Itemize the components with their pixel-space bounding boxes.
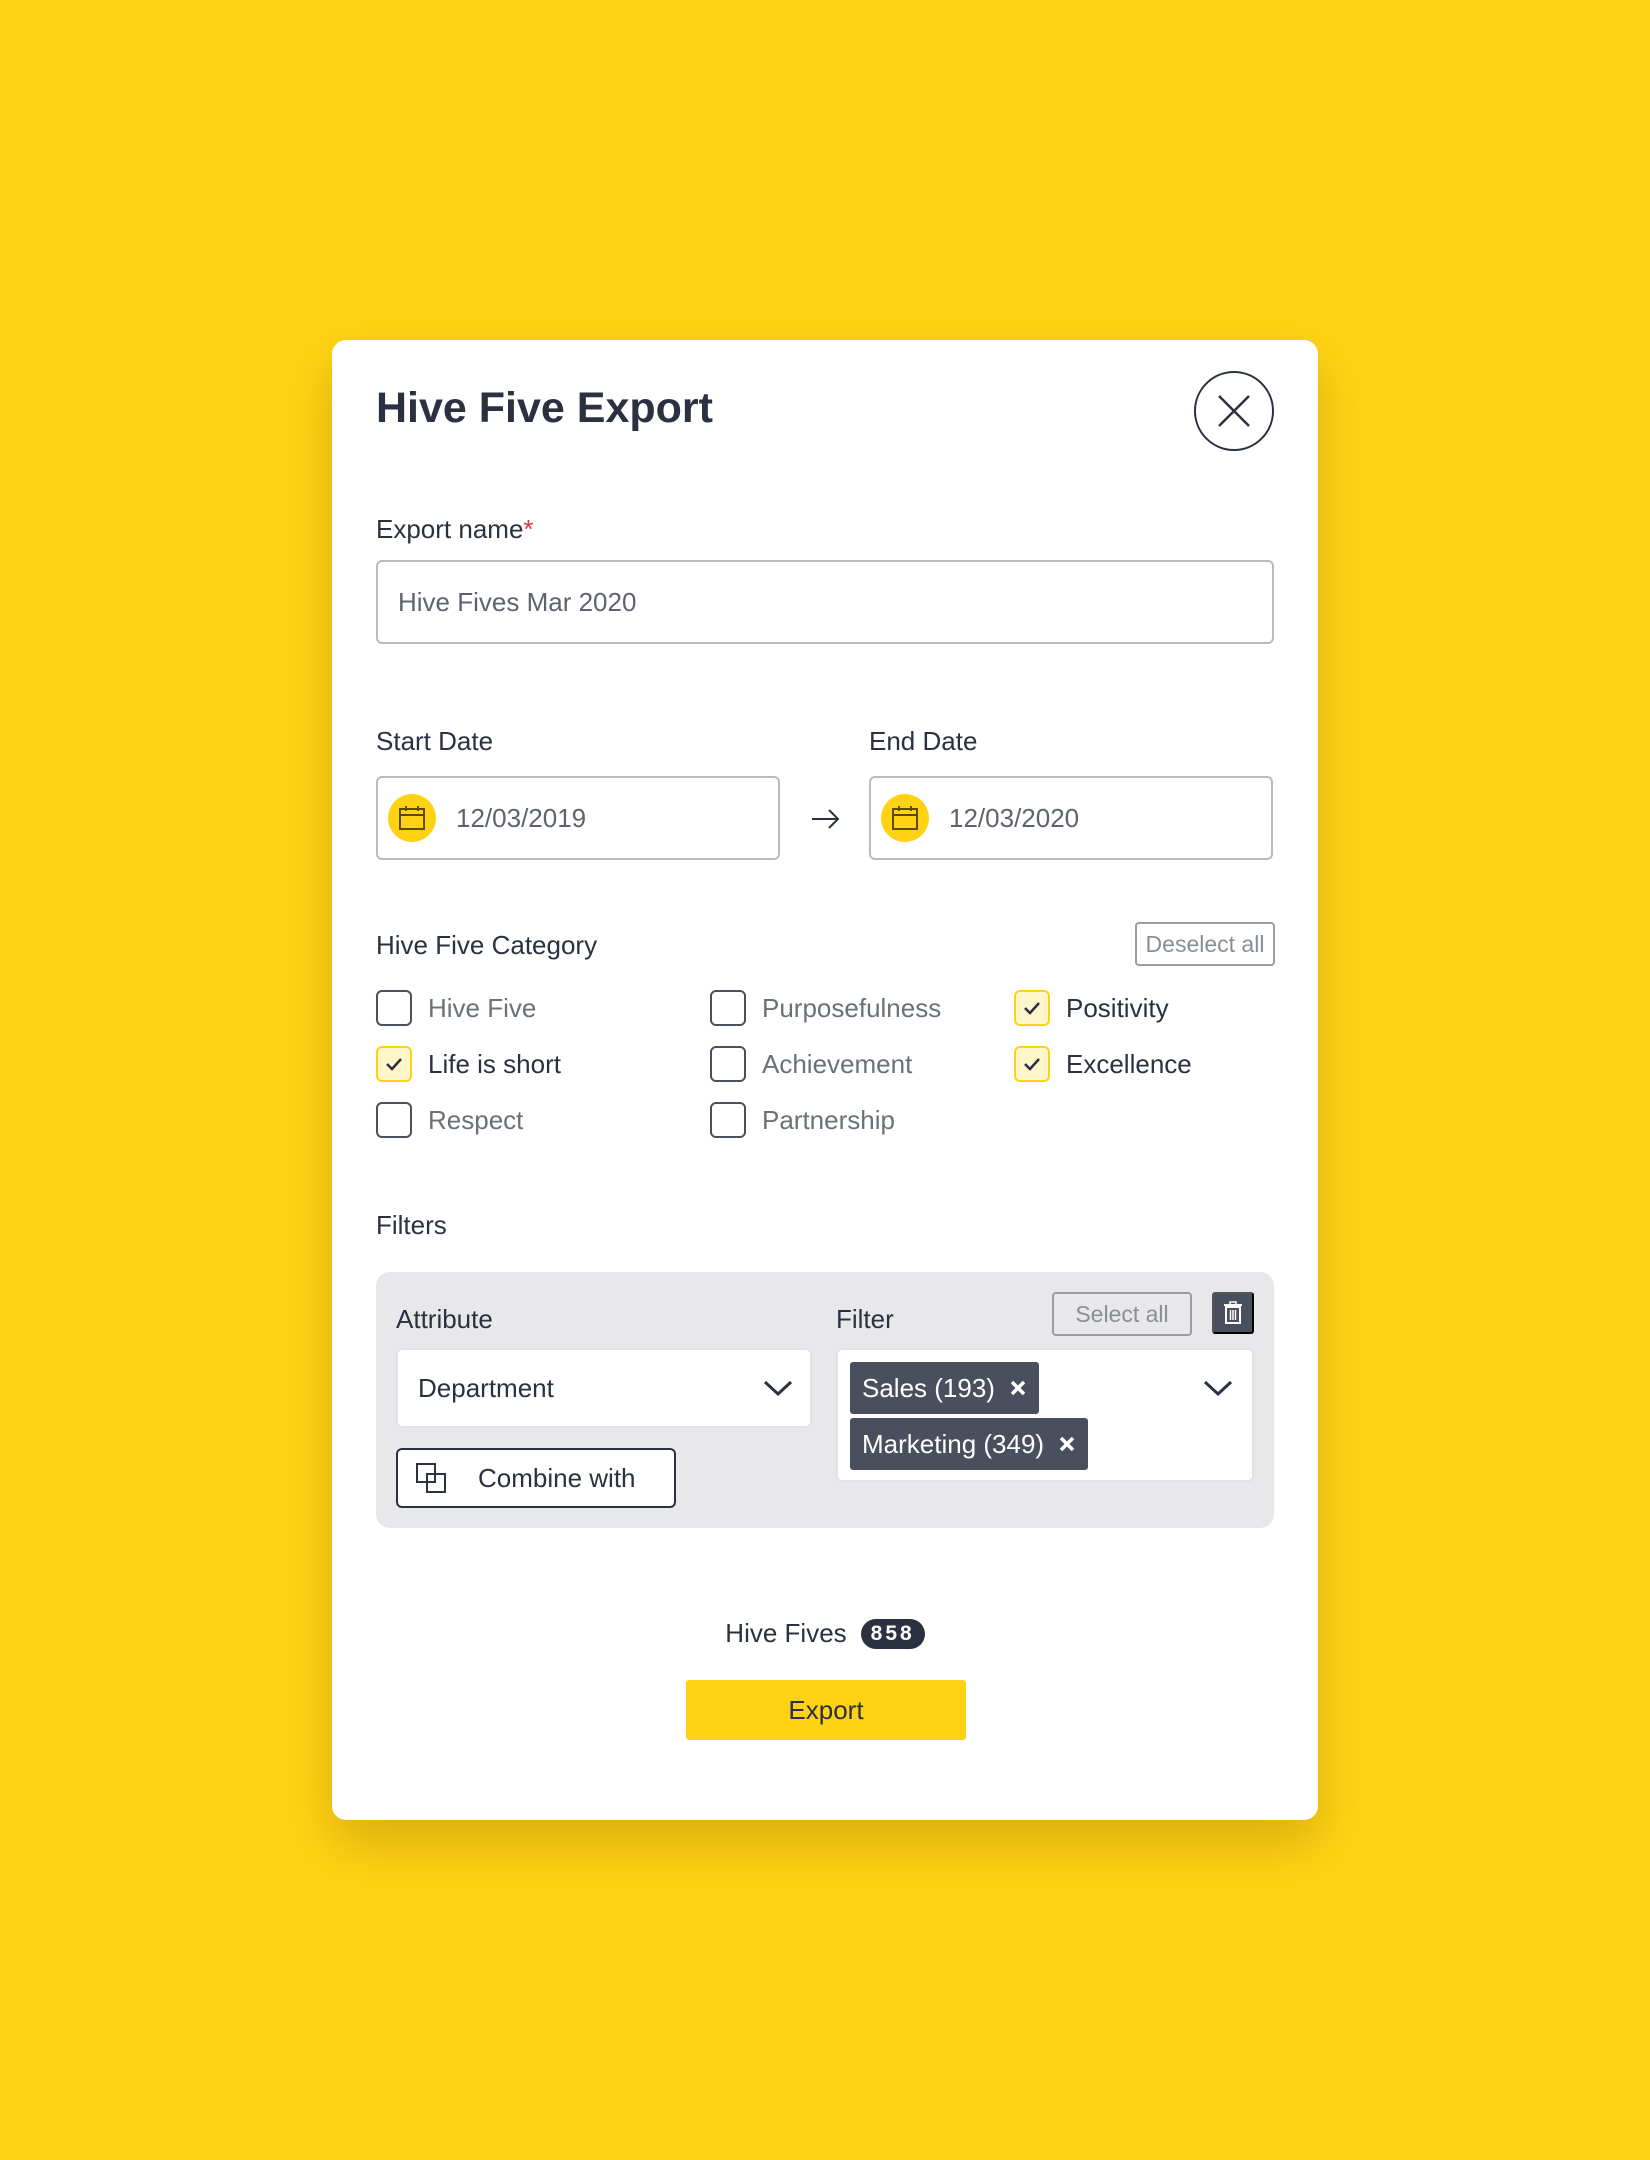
checkbox-box[interactable]	[1014, 1046, 1050, 1082]
checkbox-box[interactable]	[1014, 990, 1050, 1026]
filter-chip-marketing: Marketing (349)	[850, 1418, 1089, 1470]
attribute-label: Attribute	[396, 1304, 493, 1334]
checkbox-achievement[interactable]: Achievement	[710, 1046, 912, 1082]
remove-chip-icon[interactable]	[1058, 1435, 1076, 1453]
checkbox-label: Hive Five	[428, 992, 537, 1023]
filter-select[interactable]: Sales (193) Marketing (349)	[836, 1348, 1254, 1482]
count-badge: 858	[860, 1618, 925, 1649]
checkbox-partnership[interactable]: Partnership	[710, 1102, 895, 1138]
required-marker: *	[523, 514, 534, 544]
remove-chip-icon[interactable]	[1009, 1379, 1027, 1397]
attribute-select[interactable]: Department	[396, 1348, 812, 1428]
checkmark-icon	[386, 1058, 402, 1071]
checkbox-label: Partnership	[762, 1104, 895, 1135]
end-date-label: End Date	[869, 726, 978, 756]
arrow-right-icon	[808, 802, 842, 841]
checkbox-box[interactable]	[710, 1102, 746, 1138]
end-date-value: 12/03/2020	[949, 802, 1080, 833]
start-date-input[interactable]: 12/03/2019	[376, 776, 780, 860]
checkbox-box[interactable]	[376, 1046, 412, 1082]
checkbox-box[interactable]	[376, 1102, 412, 1138]
modal-title: Hive Five Export	[376, 384, 713, 432]
filters-panel: Attribute Filter Select all Department C…	[376, 1272, 1274, 1528]
chevron-down-icon	[1203, 1380, 1233, 1397]
attribute-value: Department	[418, 1372, 554, 1403]
calendar-icon	[388, 794, 436, 842]
calendar-icon	[881, 794, 929, 842]
checkbox-label: Excellence	[1066, 1048, 1192, 1079]
delete-filter-button[interactable]	[1212, 1292, 1254, 1334]
checkbox-purposefulness[interactable]: Purposefulness	[710, 990, 941, 1026]
combine-with-label: Combine with	[478, 1462, 636, 1493]
checkbox-box[interactable]	[710, 990, 746, 1026]
filter-chip-sales: Sales (193)	[850, 1362, 1039, 1414]
checkbox-label: Achievement	[762, 1048, 913, 1079]
checkbox-label: Positivity	[1066, 992, 1169, 1023]
export-name-input[interactable]: Hive Fives Mar 2020	[376, 560, 1274, 644]
checkbox-label: Respect	[428, 1104, 524, 1135]
chip-label: Sales (193)	[862, 1372, 995, 1403]
export-modal: Hive Five Export Export name* Hive Fives…	[332, 340, 1318, 1820]
hive-fives-label: Hive Fives	[725, 1618, 847, 1648]
checkbox-hive-five[interactable]: Hive Five	[376, 990, 536, 1026]
export-name-value: Hive Fives Mar 2020	[398, 586, 637, 617]
close-icon	[1218, 395, 1250, 427]
start-date-label: Start Date	[376, 726, 494, 756]
export-name-label: Export name*	[376, 514, 534, 545]
filter-label: Filter	[836, 1304, 894, 1334]
combine-icon	[416, 1463, 446, 1493]
checkbox-positivity[interactable]: Positivity	[1014, 990, 1169, 1026]
trash-icon	[1224, 1301, 1242, 1324]
chip-label: Marketing (349)	[862, 1428, 1045, 1459]
checkbox-respect[interactable]: Respect	[376, 1102, 523, 1138]
category-label: Hive Five Category	[376, 930, 598, 960]
checkbox-label: Life is short	[428, 1048, 561, 1079]
checkbox-life-is-short[interactable]: Life is short	[376, 1046, 561, 1082]
export-button[interactable]: Export	[686, 1680, 966, 1740]
hive-fives-count-row: Hive Fives 858	[332, 1618, 1318, 1649]
filters-label: Filters	[376, 1210, 447, 1240]
checkbox-label: Purposefulness	[762, 992, 942, 1023]
end-date-input[interactable]: 12/03/2020	[869, 776, 1273, 860]
combine-with-button[interactable]: Combine with	[396, 1448, 676, 1508]
checkbox-box[interactable]	[710, 1046, 746, 1082]
close-button[interactable]	[1194, 371, 1274, 451]
deselect-all-button[interactable]: Deselect all	[1135, 922, 1275, 966]
checkmark-icon	[1024, 1058, 1040, 1071]
checkbox-box[interactable]	[376, 990, 412, 1026]
chevron-down-icon	[763, 1380, 793, 1397]
export-name-label-text: Export name	[376, 514, 524, 544]
start-date-value: 12/03/2019	[456, 802, 587, 833]
checkmark-icon	[1024, 1002, 1040, 1015]
checkbox-excellence[interactable]: Excellence	[1014, 1046, 1192, 1082]
select-all-button[interactable]: Select all	[1052, 1292, 1192, 1336]
